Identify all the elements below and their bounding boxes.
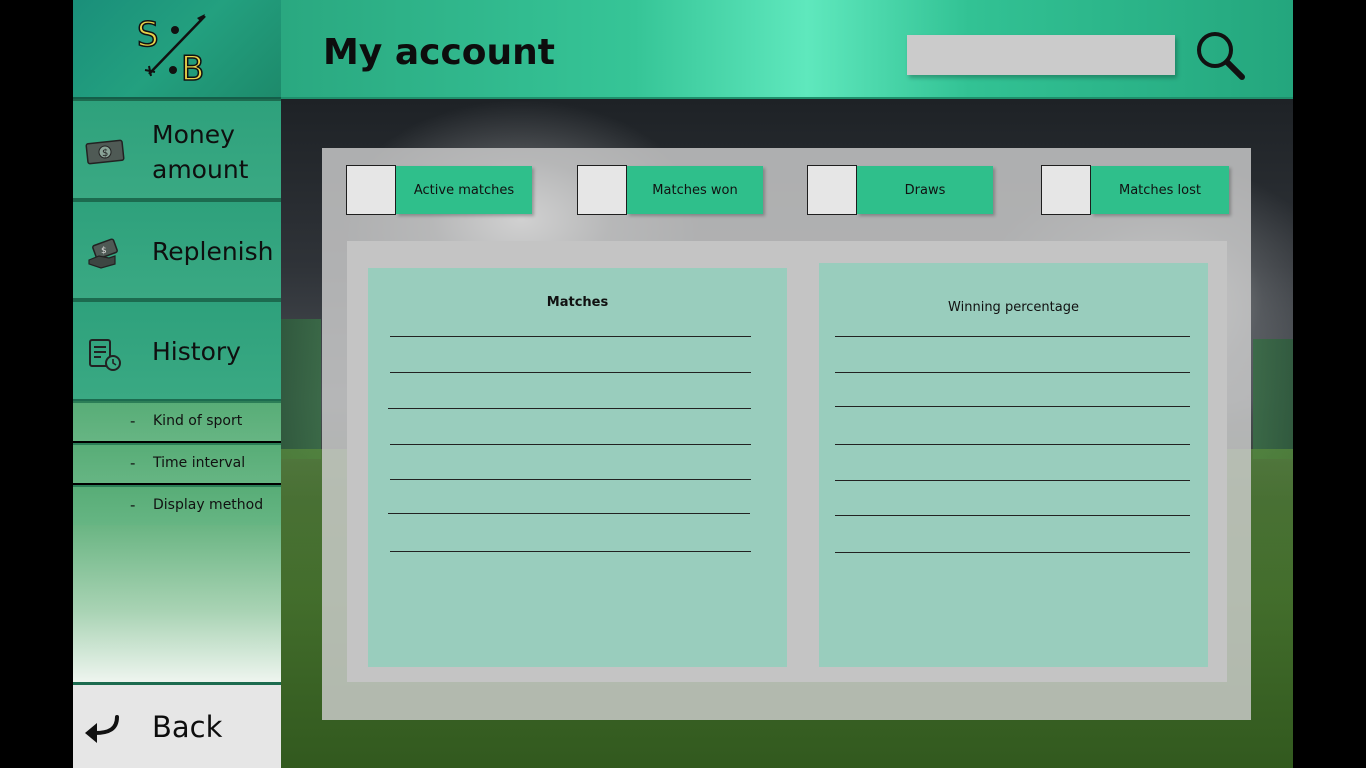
history-document-clock-icon: [89, 339, 121, 371]
stat-label: Matches won: [627, 166, 763, 214]
sidebar-item-label: amount: [152, 155, 249, 184]
search-icon[interactable]: [1193, 28, 1247, 82]
sidebar-subitem-display-method[interactable]: - Display method: [73, 485, 281, 525]
sidebar-item-label: Replenish: [152, 237, 274, 266]
list-row-line: [390, 479, 751, 480]
stat-label: Active matches: [396, 166, 532, 214]
sidebar-item-money-amount[interactable]: $ Money amount: [73, 99, 281, 200]
list-row-line: [390, 372, 751, 373]
sidebar: S B $ Money amount $ Replenish History -…: [73, 0, 281, 768]
sub-item-label: Time interval: [153, 455, 246, 471]
list-row-line: [388, 513, 750, 514]
back-button[interactable]: Back: [73, 682, 281, 768]
stat-matches-lost[interactable]: Matches lost: [1041, 165, 1229, 215]
sub-item-label: Kind of sport: [153, 413, 243, 429]
stat-value-box: [346, 165, 396, 215]
matches-column: Matches: [368, 268, 787, 667]
list-row-line: [835, 336, 1190, 337]
stat-value-box: [577, 165, 627, 215]
stat-value-box: [1041, 165, 1091, 215]
list-row-line: [388, 408, 751, 409]
sub-item-dash: -: [130, 412, 136, 430]
list-row-line: [835, 372, 1190, 373]
stat-active-matches[interactable]: Active matches: [346, 165, 532, 215]
replenish-hand-money-icon: $: [88, 238, 118, 269]
stat-matches-won[interactable]: Matches won: [577, 165, 763, 215]
stat-draws[interactable]: Draws: [807, 165, 993, 215]
header-bar: My account: [281, 0, 1293, 99]
stadium-stand: [281, 319, 321, 459]
stat-value-box: [807, 165, 857, 215]
back-arrow-icon: [85, 715, 119, 743]
sidebar-spacer: [73, 525, 281, 682]
sidebar-subitem-time-interval[interactable]: - Time interval: [73, 443, 281, 483]
history-content: Matches Winning percentage: [347, 241, 1227, 682]
stadium-stand: [1253, 339, 1293, 459]
sub-item-dash: -: [130, 496, 136, 514]
list-row-line: [835, 515, 1190, 516]
sidebar-item-label: History: [152, 337, 241, 366]
back-label: Back: [152, 710, 223, 744]
sb-logo-icon: S B: [136, 14, 206, 86]
logo-letter-b: B: [181, 49, 204, 86]
main-panel: Active matches Matches won Draws Matches…: [322, 148, 1251, 720]
column-title: Matches: [546, 295, 609, 310]
sidebar-item-history[interactable]: History: [73, 300, 281, 401]
svg-text:$: $: [101, 246, 107, 256]
list-row-line: [835, 552, 1190, 553]
winning-percentage-column: Winning percentage: [819, 263, 1208, 667]
stat-label: Draws: [857, 166, 993, 214]
sidebar-subitem-kind-of-sport[interactable]: - Kind of sport: [73, 401, 281, 441]
logo-letter-s: S: [137, 15, 159, 55]
sub-item-dash: -: [130, 454, 136, 472]
list-row-line: [390, 336, 751, 337]
list-row-line: [835, 406, 1190, 407]
sidebar-item-replenish[interactable]: $ Replenish: [73, 200, 281, 300]
sidebar-item-label: Money: [152, 120, 235, 149]
list-row-line: [390, 551, 751, 552]
list-row-line: [835, 444, 1190, 445]
page-title: My account: [323, 32, 555, 73]
search-input[interactable]: [907, 35, 1175, 75]
column-title: Winning percentage: [948, 300, 1079, 315]
list-row-line: [390, 444, 751, 445]
list-row-line: [835, 480, 1190, 481]
logo-area: S B: [73, 0, 281, 99]
sub-item-label: Display method: [153, 497, 264, 513]
stat-label: Matches lost: [1091, 166, 1229, 214]
app-window: My account S B $ Money amount $ Replenis…: [73, 0, 1293, 768]
money-icon: $: [85, 139, 125, 165]
svg-text:$: $: [102, 148, 108, 159]
